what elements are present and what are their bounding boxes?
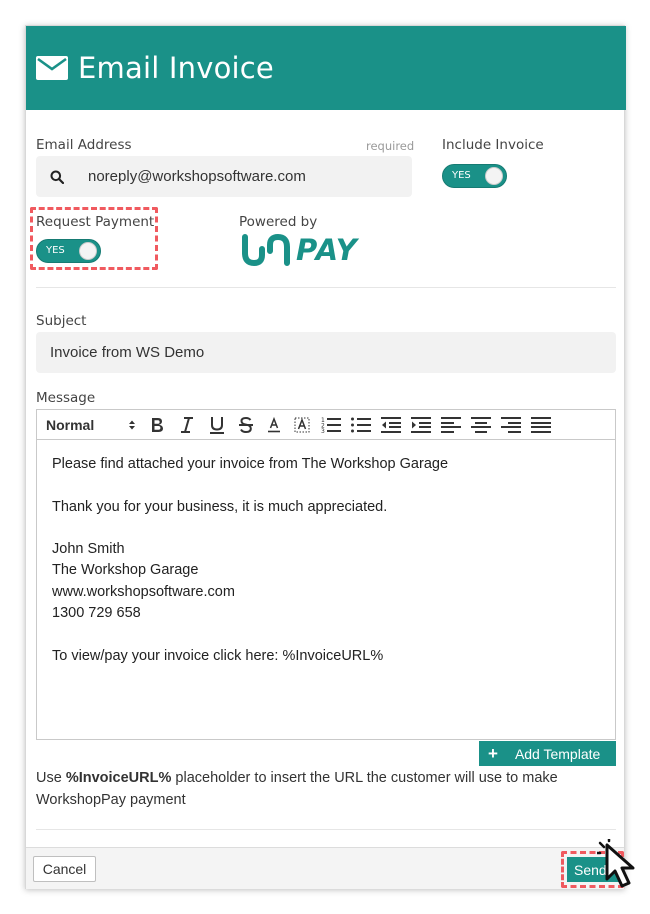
format-select-value: Normal — [46, 416, 95, 433]
dialog-title: Email Invoice — [78, 51, 274, 85]
subject-value: Invoice from WS Demo — [50, 344, 205, 361]
message-line — [52, 475, 602, 496]
envelope-icon — [36, 56, 68, 80]
hint-prefix: Use — [36, 770, 66, 786]
align-center-icon[interactable] — [466, 413, 496, 437]
toggle-knob — [485, 167, 503, 185]
format-select[interactable]: Normal — [46, 413, 142, 437]
outdent-icon[interactable] — [376, 413, 406, 437]
message-line — [52, 624, 602, 645]
subject-input[interactable]: Invoice from WS Demo — [36, 332, 616, 373]
workshoppay-brand: PAY — [296, 233, 358, 267]
message-editor[interactable]: Normal 123 Please find attached your inv… — [36, 409, 616, 740]
align-justify-icon[interactable] — [526, 413, 556, 437]
toggle-label: YES — [452, 170, 471, 181]
email-field[interactable]: noreply@workshopsoftware.com — [36, 156, 412, 197]
bold-icon[interactable] — [142, 413, 172, 437]
subject-label: Subject — [36, 313, 87, 329]
underline-icon[interactable] — [202, 413, 232, 437]
email-label: Email Address — [36, 137, 132, 153]
svg-text:3: 3 — [321, 428, 325, 434]
add-template-label: Add Template — [514, 745, 601, 762]
editor-toolbar: Normal 123 — [37, 410, 615, 440]
include-invoice-label: Include Invoice — [442, 137, 544, 153]
powered-by-label: Powered by — [239, 214, 318, 230]
align-left-icon[interactable] — [436, 413, 466, 437]
required-hint: required — [366, 139, 415, 153]
italic-icon[interactable] — [172, 413, 202, 437]
align-right-icon[interactable] — [496, 413, 526, 437]
ordered-list-icon[interactable]: 123 — [316, 413, 346, 437]
email-value: noreply@workshopsoftware.com — [88, 168, 306, 185]
message-line: 1300 729 658 — [52, 605, 141, 622]
placeholder-hint: Use %InvoiceURL% placeholder to insert t… — [36, 767, 616, 811]
workshoppay-logo: PAY — [240, 233, 358, 267]
indent-icon[interactable] — [406, 413, 436, 437]
highlight-box — [30, 207, 158, 270]
include-invoice-toggle[interactable]: YES — [442, 164, 507, 188]
pointer-cursor-icon — [597, 839, 635, 888]
workshoppay-logo-icon — [242, 233, 290, 267]
background-color-icon[interactable] — [288, 413, 316, 437]
message-body[interactable]: Please find attached your invoice from T… — [52, 454, 602, 667]
section-divider — [36, 287, 616, 288]
cancel-button[interactable]: Cancel — [33, 856, 96, 882]
text-color-icon[interactable] — [260, 413, 288, 437]
dialog-footer: Cancel Send — [26, 847, 624, 889]
message-line: To view/pay your invoice click here: %In… — [52, 647, 384, 664]
footer-divider — [36, 829, 616, 830]
select-arrows-icon — [129, 420, 135, 429]
plus-icon: + — [488, 743, 498, 763]
message-line: The Workshop Garage — [52, 562, 199, 579]
add-template-button[interactable]: + Add Template — [479, 741, 616, 766]
bullet-list-icon[interactable] — [346, 413, 376, 437]
strikethrough-icon[interactable] — [232, 413, 260, 437]
message-line: www.workshopsoftware.com — [52, 583, 235, 600]
message-line — [52, 518, 602, 539]
email-invoice-dialog: Email Invoice Email Address required nor… — [25, 25, 626, 889]
search-icon — [50, 170, 64, 184]
message-label: Message — [36, 390, 96, 406]
dialog-header: Email Invoice — [26, 26, 626, 110]
message-line: Please find attached your invoice from T… — [52, 456, 449, 472]
message-line: Thank you for your business, it is much … — [52, 498, 388, 515]
message-line: John Smith — [52, 541, 125, 558]
hint-placeholder: %InvoiceURL% — [65, 770, 172, 786]
